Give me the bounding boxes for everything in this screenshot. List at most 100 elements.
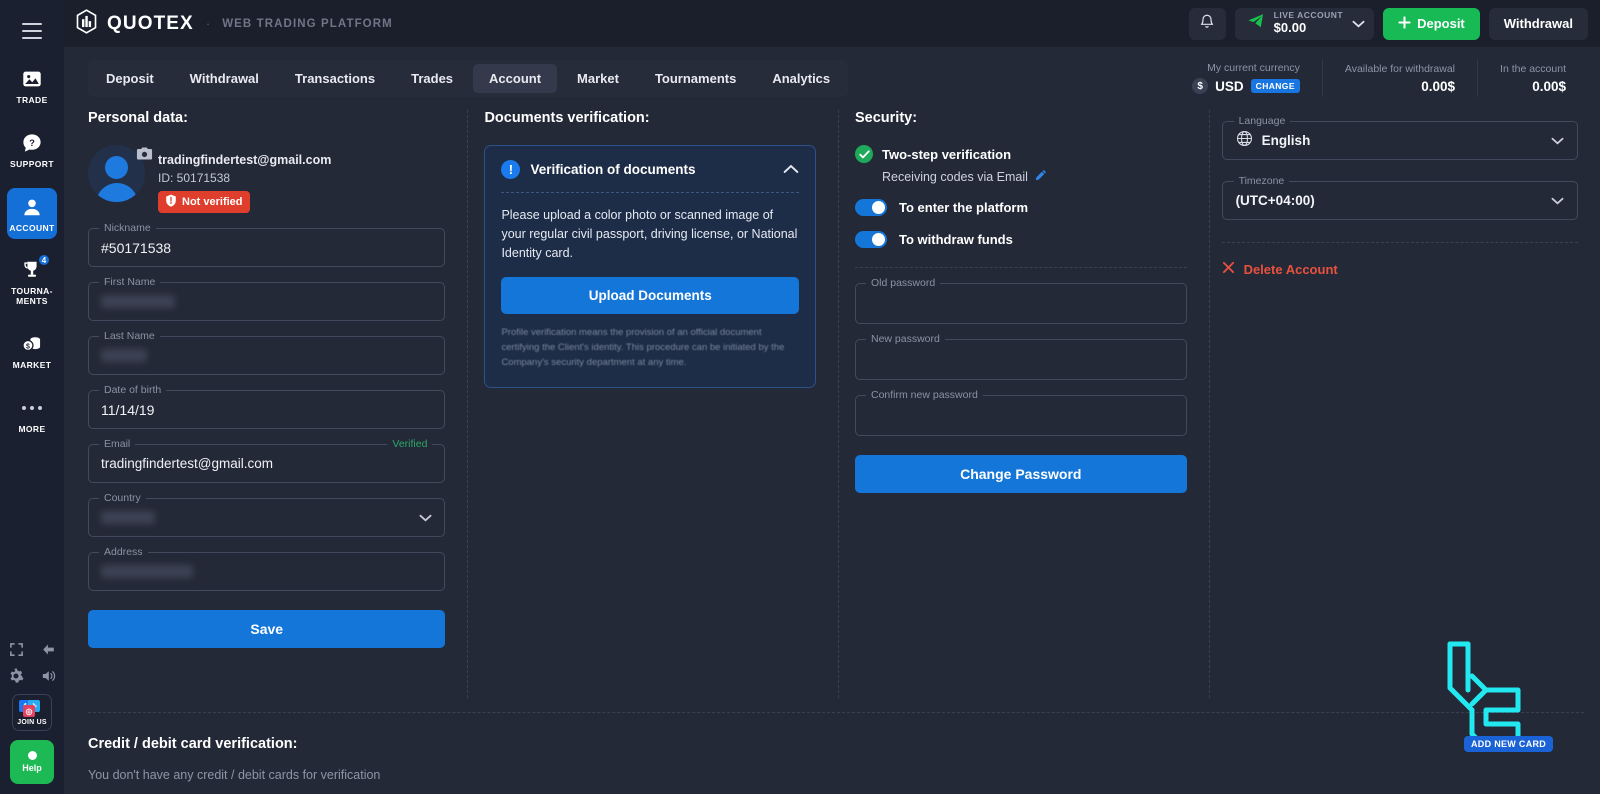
- sidebar-item-market[interactable]: $ MARKET: [7, 325, 57, 377]
- toggle-enter-platform-label: To enter the platform: [899, 200, 1029, 215]
- fullscreen-icon[interactable]: [7, 640, 25, 658]
- new-password-field[interactable]: New password: [855, 333, 1187, 380]
- tab-trades[interactable]: Trades: [395, 64, 469, 93]
- toggle-enter-platform[interactable]: [855, 199, 887, 216]
- social-icons: f ✈ ◎: [19, 700, 45, 717]
- quotex-logo-icon: [75, 8, 98, 39]
- gear-icon[interactable]: [7, 667, 25, 685]
- help-button[interactable]: Help: [10, 740, 54, 784]
- confirm-password-field[interactable]: Confirm new password: [855, 389, 1187, 436]
- tournaments-badge: 4: [37, 253, 51, 268]
- timezone-select[interactable]: Timezone (UTC+04:00): [1221, 175, 1579, 220]
- chevron-down-icon[interactable]: [1551, 192, 1564, 210]
- address-field[interactable]: Address: [88, 546, 446, 591]
- account-balance: $0.00: [1273, 19, 1307, 35]
- delete-account-label: Delete Account: [1243, 261, 1338, 277]
- sidebar-item-trade[interactable]: TRADE: [7, 60, 57, 112]
- upload-documents-button[interactable]: Upload Documents: [501, 277, 799, 314]
- account-selector[interactable]: LIVE ACCOUNT $0.00: [1234, 7, 1375, 40]
- chart-image-icon: [20, 67, 44, 91]
- settings-column: Language English Timezone (UTC+04:00) De…: [1210, 110, 1600, 698]
- currency-symbol-icon: $: [1192, 78, 1209, 94]
- first-name-value-redacted: [101, 295, 175, 308]
- delete-account-button[interactable]: Delete Account: [1222, 261, 1578, 277]
- not-verified-label: Not verified: [182, 196, 243, 208]
- camera-icon[interactable]: [136, 146, 153, 161]
- deposit-button[interactable]: Deposit: [1383, 7, 1480, 40]
- profile-email: tradingfindertest@gmail.com: [158, 153, 332, 167]
- last-name-field[interactable]: Last Name: [88, 330, 446, 375]
- user-icon: [20, 195, 44, 219]
- date-of-birth-value: 11/14/19: [101, 401, 155, 418]
- sidebar-item-tournaments[interactable]: 4 TOURNA- MENTS: [7, 251, 57, 313]
- edit-pencil-icon[interactable]: [1035, 169, 1047, 184]
- question-bubble-icon: ?: [20, 131, 44, 155]
- date-of-birth-field[interactable]: Date of birth 11/14/19: [88, 384, 446, 429]
- tab-analytics[interactable]: Analytics: [756, 64, 846, 93]
- verification-panel-body: Please upload a color photo or scanned i…: [501, 208, 798, 260]
- sidebar-item-account[interactable]: ACCOUNT: [7, 187, 57, 240]
- email-field[interactable]: Email Verified tradingfindertest@gmail.c…: [88, 438, 446, 483]
- sidebar-item-label: ACCOUNT: [9, 222, 55, 233]
- currency-code: USD: [1215, 78, 1244, 94]
- language-value: English: [1261, 133, 1311, 148]
- check-circle-icon: [855, 145, 873, 163]
- shield-icon: [165, 194, 177, 210]
- last-name-value-redacted: [101, 349, 147, 362]
- chevron-down-icon[interactable]: [419, 509, 432, 527]
- two-step-label: Two-step verification: [882, 146, 1012, 162]
- svg-text:$: $: [26, 343, 30, 350]
- nickname-label: Nickname: [99, 222, 156, 234]
- brand-logo[interactable]: QUOTEX · WEB TRADING PLATFORM: [75, 8, 393, 39]
- tab-account[interactable]: Account: [473, 64, 558, 93]
- sound-icon[interactable]: [39, 667, 57, 685]
- change-currency-button[interactable]: CHANGE: [1250, 79, 1300, 93]
- change-password-button[interactable]: Change Password: [855, 455, 1187, 493]
- timezone-label: Timezone: [1233, 175, 1290, 187]
- collapse-arrow-icon[interactable]: [39, 640, 57, 658]
- nickname-value: #50171538: [101, 239, 172, 256]
- first-name-field[interactable]: First Name: [88, 276, 446, 321]
- sidebar-item-support[interactable]: ? SUPPORT: [7, 124, 57, 176]
- avatar-body-shape: [96, 183, 138, 202]
- language-select[interactable]: Language English: [1221, 115, 1579, 160]
- section-tabs: Deposit Withdrawal Transactions Trades A…: [88, 60, 849, 97]
- bell-icon: [1199, 13, 1215, 35]
- paper-plane-icon: [1246, 12, 1265, 35]
- tab-withdrawal[interactable]: Withdrawal: [174, 64, 275, 93]
- sidebar-item-more[interactable]: MORE: [7, 389, 57, 441]
- last-name-label: Last Name: [99, 330, 160, 342]
- join-us-button[interactable]: f ✈ ◎ JOIN US: [12, 694, 52, 731]
- documents-verification-column: Documents verification: ! Verification o…: [468, 110, 839, 698]
- old-password-label: Old password: [866, 277, 941, 289]
- brand-name: QUOTEX: [107, 12, 194, 34]
- close-x-icon: [1222, 261, 1235, 277]
- notifications-button[interactable]: [1188, 7, 1226, 40]
- menu-hamburger-icon[interactable]: [15, 14, 49, 48]
- country-field[interactable]: Country: [88, 492, 446, 537]
- chevron-down-icon[interactable]: [1551, 132, 1564, 150]
- current-currency-label: My current currency: [1207, 62, 1300, 74]
- save-button[interactable]: Save: [88, 610, 446, 648]
- old-password-field[interactable]: Old password: [855, 277, 1187, 324]
- toggle-withdraw-funds[interactable]: [855, 231, 887, 248]
- add-new-card-button[interactable]: ADD NEW CARD: [1464, 736, 1554, 752]
- security-divider: [855, 267, 1187, 268]
- join-us-label: JOIN US: [17, 719, 47, 726]
- tab-tournaments[interactable]: Tournaments: [639, 64, 752, 93]
- address-value-redacted: [101, 565, 193, 578]
- tab-market[interactable]: Market: [561, 64, 635, 93]
- sidebar-item-label: MORE: [18, 423, 46, 434]
- not-verified-badge[interactable]: Not verified: [158, 191, 250, 213]
- date-of-birth-label: Date of birth: [99, 384, 167, 396]
- withdrawal-button[interactable]: Withdrawal: [1488, 7, 1588, 40]
- card-verification-title: Credit / debit card verification:: [88, 736, 298, 752]
- nickname-field[interactable]: Nickname #50171538: [88, 222, 446, 267]
- email-verified-note: Verified: [387, 438, 433, 450]
- bottom-divider: [88, 712, 1584, 713]
- tab-deposit[interactable]: Deposit: [90, 64, 170, 93]
- tab-transactions[interactable]: Transactions: [279, 64, 391, 93]
- chevron-up-icon[interactable]: [783, 161, 799, 179]
- available-withdrawal-label: Available for withdrawal: [1344, 62, 1456, 75]
- quotex-account-page: TRADE ? SUPPORT ACCOUNT 4 TOURNA- MENTS $: [0, 0, 1600, 794]
